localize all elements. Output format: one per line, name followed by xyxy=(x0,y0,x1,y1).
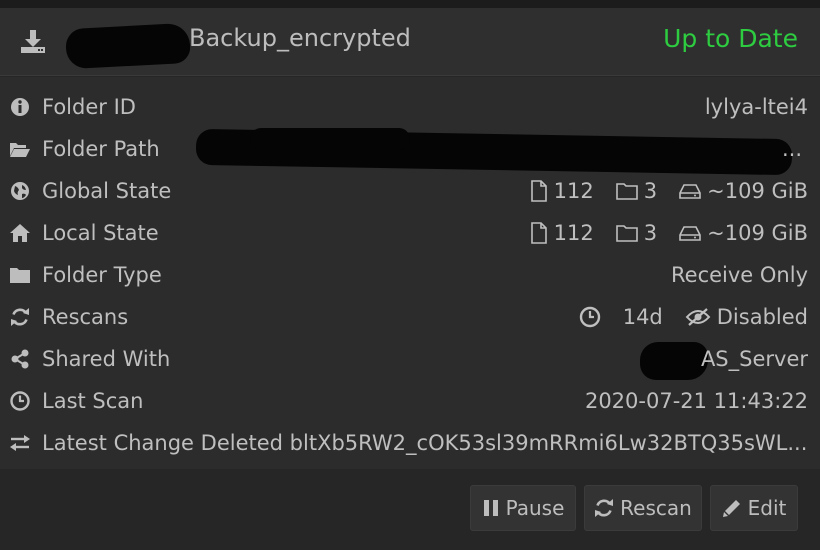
refresh-icon xyxy=(595,499,614,517)
folder-id-label: Folder ID xyxy=(42,95,136,119)
folder-path-value: ... xyxy=(781,137,802,161)
folder-details: Folder ID lylya-ltei4 Folder Path ... Gl… xyxy=(0,77,820,469)
latest-change-text: Latest Change Deleted bltXb5RW2_cOK53sl3… xyxy=(42,431,810,455)
pause-icon xyxy=(483,500,498,516)
row-folder-type: Folder Type Receive Only xyxy=(0,254,820,296)
info-icon xyxy=(11,98,29,116)
redaction-mark xyxy=(65,22,191,70)
edit-button[interactable]: Edit xyxy=(710,485,798,531)
local-dirs-count: 3 xyxy=(643,221,658,245)
row-folder-id: Folder ID lylya-ltei4 xyxy=(0,86,820,128)
rescan-button[interactable]: Rescan xyxy=(584,485,702,531)
latest-change-label: Latest Change xyxy=(42,431,194,455)
folder-id-value: lylya-ltei4 xyxy=(704,95,808,119)
download-icon xyxy=(21,30,45,53)
folder-path-label: Folder Path xyxy=(42,137,160,161)
folder-header[interactable]: Backup_encrypted Up to Date xyxy=(0,8,820,76)
share-icon xyxy=(11,349,29,369)
folder-type-label: Folder Type xyxy=(42,263,162,287)
local-size: ~109 GiB xyxy=(707,221,808,245)
refresh-icon xyxy=(11,308,29,326)
last-scan-value: 2020-07-21 11:43:22 xyxy=(584,389,808,413)
folder-status: Up to Date xyxy=(663,24,798,53)
pause-label: Pause xyxy=(505,496,565,520)
folder-type-value: Receive Only xyxy=(671,263,808,287)
folder-open-icon xyxy=(10,143,30,157)
global-size: ~109 GiB xyxy=(707,179,808,203)
row-rescans: Rescans 14d Disabled xyxy=(0,296,820,338)
redaction-mark xyxy=(640,342,708,380)
eye-slash-icon xyxy=(685,308,711,326)
home-icon xyxy=(10,224,30,242)
folder-outline-icon xyxy=(615,225,638,242)
global-state-label: Global State xyxy=(42,179,172,203)
hdd-icon xyxy=(679,226,701,241)
latest-change-value: Deleted bltXb5RW2_cOK53sl39mRRmi6Lw32BTQ… xyxy=(200,431,808,455)
folder-panel: Backup_encrypted Up to Date Folder ID ly… xyxy=(0,8,820,550)
row-shared-with: Shared With AS_Server xyxy=(0,338,820,380)
shared-with-label: Shared With xyxy=(42,347,171,371)
watcher-status: Disabled xyxy=(716,305,808,329)
clock-icon xyxy=(579,306,600,328)
row-local-state: Local State 112 3 ~109 GiB xyxy=(0,212,820,254)
row-latest-change: Latest Change Deleted bltXb5RW2_cOK53sl3… xyxy=(0,422,820,464)
local-files-count: 112 xyxy=(553,221,594,245)
global-files-count: 112 xyxy=(553,179,594,203)
local-state-label: Local State xyxy=(42,221,159,245)
row-global-state: Global State 112 3 ~109 GiB xyxy=(0,170,820,212)
shared-with-value: AS_Server xyxy=(700,347,808,371)
file-icon xyxy=(530,180,547,202)
rescans-label: Rescans xyxy=(42,305,129,329)
folder-title: Backup_encrypted xyxy=(189,24,411,52)
rescan-label: Rescan xyxy=(620,496,692,520)
hdd-icon xyxy=(679,184,701,199)
global-dirs-count: 3 xyxy=(643,179,658,203)
folder-icon xyxy=(10,268,30,283)
pencil-icon xyxy=(722,500,740,517)
edit-label: Edit xyxy=(747,496,787,520)
pause-button[interactable]: Pause xyxy=(470,485,576,531)
last-scan-label: Last Scan xyxy=(42,389,144,413)
clock-icon xyxy=(10,391,30,411)
exchange-icon xyxy=(10,435,30,451)
global-state-value: 112 3 ~109 GiB xyxy=(530,179,808,203)
top-border xyxy=(0,0,820,8)
row-folder-path: Folder Path ... xyxy=(0,128,820,176)
rescans-value: 14d Disabled xyxy=(579,305,808,329)
folder-outline-icon xyxy=(615,183,638,200)
rescan-interval: 14d xyxy=(622,305,663,329)
row-last-scan: Last Scan 2020-07-21 11:43:22 xyxy=(0,380,820,422)
local-state-value: 112 3 ~109 GiB xyxy=(530,221,808,245)
globe-icon xyxy=(11,182,29,200)
redaction-mark xyxy=(250,128,410,150)
file-icon xyxy=(530,222,547,244)
